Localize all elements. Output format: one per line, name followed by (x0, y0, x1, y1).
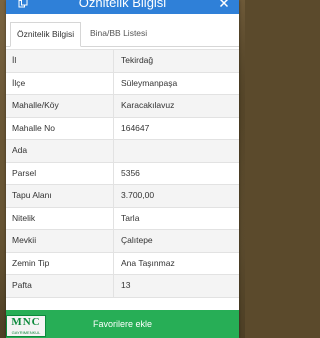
logo-text: MNC (11, 316, 41, 328)
attribute-key: Mahalle No (6, 117, 114, 139)
attribute-value: Tarla (121, 212, 140, 223)
attribute-key: Mahalle/Köy (6, 95, 114, 117)
logo-subtext: GAYRIMENKUL (11, 330, 41, 335)
attribute-value: Süleymanpaşa (121, 77, 178, 88)
attribute-value: Çalıtepe (121, 235, 153, 245)
table-row: Mahalle No 164647 (6, 117, 239, 140)
close-icon-glyph (219, 0, 229, 8)
attribute-key: Parsel (6, 162, 114, 184)
table-row: Tapu Alanı 3.700,00 (6, 185, 239, 208)
table-row: Pafta 13 (6, 275, 239, 298)
company-logo: MNC GAYRIMENKUL (6, 315, 46, 337)
attribute-key: Mevkii (6, 230, 114, 252)
panel-header: Öznitelik Bilgisi (6, 0, 239, 14)
attribute-value: 3.700,00 (121, 190, 155, 200)
attribute-value: 164647 (121, 122, 150, 133)
attribute-key: Pafta (6, 275, 114, 297)
attribute-value: Ana Taşınmaz (121, 257, 175, 268)
attribute-value (114, 140, 239, 162)
tab-building-list[interactable]: Bina/BB Listesi (84, 22, 153, 45)
attribute-table: İl Tekirdağ İlçe Süleymanpaşa Mahalle/Kö… (6, 49, 239, 298)
attribute-key: Ada (6, 140, 114, 162)
attribute-info-panel: Öznitelik Bilgisi Öznitelik Bilgisi Bina… (6, 0, 239, 338)
attribute-key: Zemin Tip (6, 252, 114, 274)
attribute-value: Karacakılavuz (121, 100, 175, 110)
table-row: Mahalle/Köy Karacakılavuz (6, 95, 239, 118)
table-row: Mevkii Çalıtepe (6, 230, 239, 253)
panel-title: Öznitelik Bilgisi (78, 0, 167, 10)
attribute-key: Nitelik (6, 207, 114, 229)
attribute-value: Tekirdağ (121, 55, 154, 65)
attribute-value: 5356 (121, 167, 140, 178)
attribute-key: İlçe (6, 72, 114, 94)
tab-attribute-info[interactable]: Öznitelik Bilgisi (10, 22, 82, 47)
table-row: İl Tekirdağ (6, 50, 239, 73)
attribute-value: 13 (121, 280, 131, 290)
tab-bar: Öznitelik Bilgisi Bina/BB Listesi (6, 22, 239, 47)
table-row: Zemin Tip Ana Taşınmaz (6, 252, 239, 275)
close-icon[interactable] (217, 0, 231, 12)
table-row: Nitelik Tarla (6, 207, 239, 230)
attribute-key: Tapu Alanı (6, 185, 114, 207)
attribute-key: İl (6, 50, 114, 72)
table-row: Ada (6, 140, 239, 163)
table-row: Parsel 5356 (6, 162, 239, 185)
table-row: İlçe Süleymanpaşa (6, 72, 239, 95)
